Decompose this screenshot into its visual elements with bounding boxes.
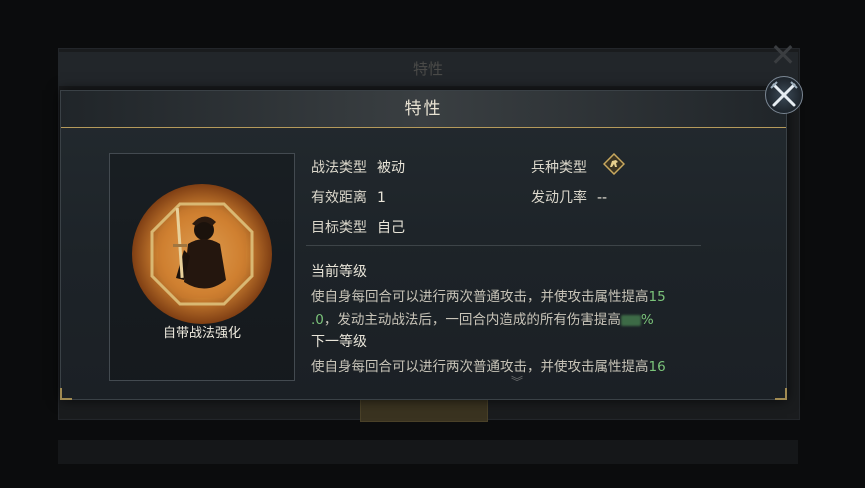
trigger-rate-row: 发动几率 --	[531, 187, 607, 207]
skill-portrait-box: 自带战法强化	[109, 153, 295, 381]
trait-dialog: 特性 自带战法强化 战法类型 被动 有效距离 1 目标类型 自己 兵种类型 发动…	[60, 90, 787, 400]
background-strip	[58, 440, 798, 464]
trigger-rate-value: --	[597, 190, 608, 206]
corner-ornament	[60, 388, 72, 400]
next-level-text1: 使自身每回合可以进行两次普通攻击，并使攻击属性提高	[311, 359, 649, 375]
close-crossed-swords-icon	[770, 81, 798, 107]
range-row: 有效距离 1	[311, 187, 386, 207]
corner-ornament	[775, 388, 787, 400]
target-row: 目标类型 自己	[311, 217, 405, 237]
hidden-value	[620, 314, 641, 326]
current-level-text1: 使自身每回合可以进行两次普通攻击，并使攻击属性提高	[311, 289, 649, 305]
skill-name: 自带战法强化	[162, 326, 241, 341]
next-level-title: 下一等级	[311, 334, 367, 350]
range-label: 有效距离	[311, 190, 367, 206]
troop-type-row: 兵种类型	[531, 157, 587, 177]
range-value: 1	[377, 190, 386, 206]
current-level-text2: ，发动主动战法后，一回合内造成的所有伤害提高	[323, 312, 621, 328]
percent-sign: %	[640, 312, 654, 328]
close-button[interactable]	[765, 76, 803, 114]
current-level-line1: 使自身每回合可以进行两次普通攻击，并使攻击属性提高15	[311, 285, 666, 305]
tactic-type-row: 战法类型 被动	[311, 157, 405, 177]
section-divider	[306, 245, 701, 246]
tactic-type-label: 战法类型	[311, 160, 367, 176]
current-level-num2: .0	[311, 312, 324, 328]
next-level-num1: 16	[648, 359, 666, 375]
target-label: 目标类型	[311, 220, 367, 236]
background-title: 特性	[58, 52, 798, 86]
dialog-title: 特性	[404, 99, 443, 119]
warrior-portrait-icon	[150, 202, 254, 306]
chevron-down-icon[interactable]: ︾	[511, 373, 523, 390]
next-level-line1: 使自身每回合可以进行两次普通攻击，并使攻击属性提高16	[311, 355, 666, 375]
trigger-rate-label: 发动几率	[531, 190, 587, 206]
troop-type-label: 兵种类型	[531, 160, 587, 176]
tactic-type-value: 被动	[377, 160, 405, 176]
target-value: 自己	[377, 220, 405, 236]
background-close-icon: ✕	[769, 36, 797, 74]
current-level-line2: .0，发动主动战法后，一回合内造成的所有伤害提高%	[311, 308, 654, 328]
current-level-num1: 15	[648, 289, 666, 305]
cavalry-horse-icon[interactable]	[603, 153, 625, 175]
current-level-title: 当前等级	[311, 264, 367, 280]
